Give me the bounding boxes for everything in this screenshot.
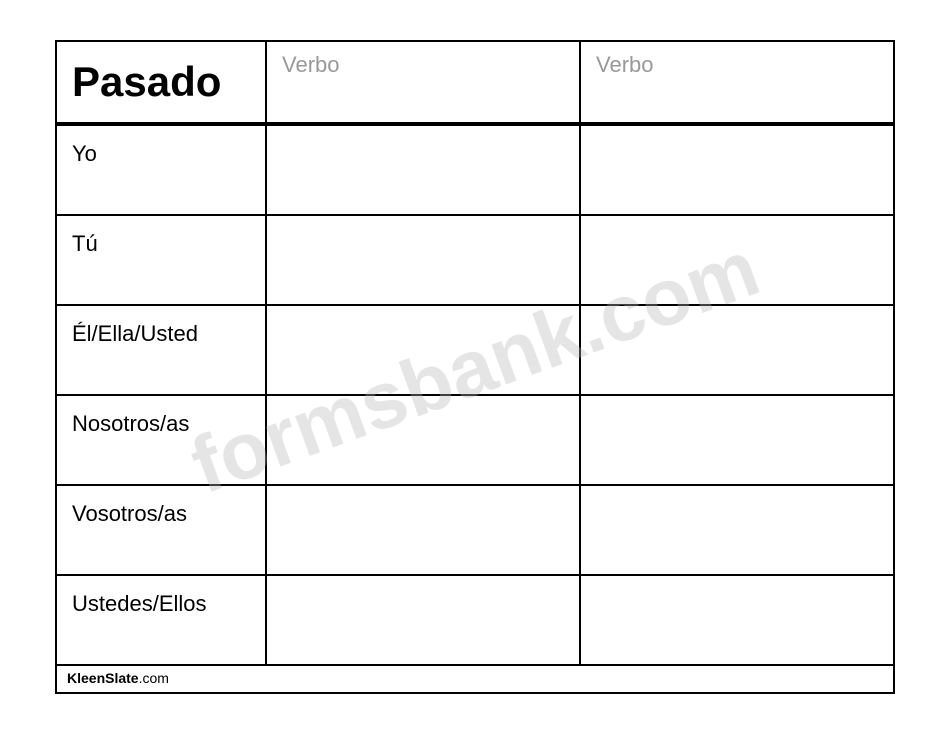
data-section: Yo Tú Él/Ella/Usted — [57, 124, 893, 664]
pronoun-yo: Yo — [72, 136, 97, 167]
pronoun-ustedes: Ustedes/Ellos — [72, 586, 207, 617]
worksheet: Pasado Verbo Verbo Yo — [55, 40, 895, 694]
answer-cell-tu-2 — [581, 216, 893, 304]
header-row: Pasado Verbo Verbo — [57, 42, 893, 124]
page-container: formsbank.com Pasado Verbo Verbo Yo — [0, 0, 950, 734]
answer-cell-tu-1 — [267, 216, 581, 304]
pronoun-nosotros: Nosotros/as — [72, 406, 189, 437]
answer-cells-el — [267, 306, 893, 394]
verbo-label-1: Verbo — [282, 52, 340, 78]
table-row: Yo — [57, 126, 893, 216]
answer-cell-nosotros-1 — [267, 396, 581, 484]
answer-cells-ustedes — [267, 576, 893, 664]
table-row: Él/Ella/Usted — [57, 306, 893, 396]
answer-cell-nosotros-2 — [581, 396, 893, 484]
table-row: Ustedes/Ellos — [57, 576, 893, 664]
answer-cell-el-1 — [267, 306, 581, 394]
table-row: Vosotros/as — [57, 486, 893, 576]
verbo-header-1: Verbo — [267, 42, 581, 122]
answer-cell-el-2 — [581, 306, 893, 394]
answer-cell-yo-2 — [581, 126, 893, 214]
table-row: Nosotros/as — [57, 396, 893, 486]
answer-cells-tu — [267, 216, 893, 304]
pronoun-tu: Tú — [72, 226, 98, 257]
answer-cells-nosotros — [267, 396, 893, 484]
worksheet-title: Pasado — [72, 58, 221, 106]
answer-cell-vosotros-2 — [581, 486, 893, 574]
answer-cell-ustedes-2 — [581, 576, 893, 664]
answer-cell-ustedes-1 — [267, 576, 581, 664]
footer-domain: .com — [139, 670, 169, 686]
answer-cell-vosotros-1 — [267, 486, 581, 574]
pronoun-cell-el: Él/Ella/Usted — [57, 306, 267, 394]
answer-cells-yo — [267, 126, 893, 214]
table-row: Tú — [57, 216, 893, 306]
header-verbo-cells: Verbo Verbo — [267, 42, 893, 122]
footer-brand: KleenSlate.com — [67, 670, 169, 686]
answer-cell-yo-1 — [267, 126, 581, 214]
answer-cells-vosotros — [267, 486, 893, 574]
pronoun-el: Él/Ella/Usted — [72, 316, 198, 347]
pronoun-cell-tu: Tú — [57, 216, 267, 304]
verbo-label-2: Verbo — [596, 52, 654, 78]
pronoun-cell-nosotros: Nosotros/as — [57, 396, 267, 484]
footer: KleenSlate.com — [57, 664, 893, 692]
pronoun-vosotros: Vosotros/as — [72, 496, 187, 527]
footer-brand-bold: KleenSlate — [67, 670, 139, 686]
pronoun-cell-yo: Yo — [57, 126, 267, 214]
pronoun-cell-vosotros: Vosotros/as — [57, 486, 267, 574]
pronoun-cell-ustedes: Ustedes/Ellos — [57, 576, 267, 664]
title-cell: Pasado — [57, 42, 267, 122]
verbo-header-2: Verbo — [581, 42, 893, 122]
